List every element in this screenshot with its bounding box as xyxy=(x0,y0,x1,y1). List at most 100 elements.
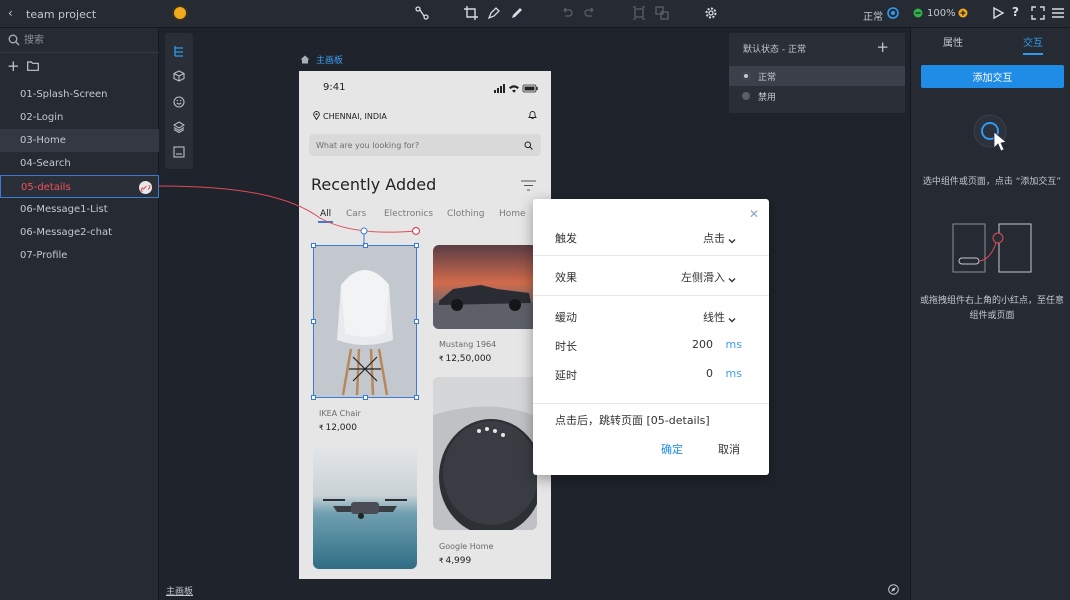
tab-interactions[interactable]: 交互 xyxy=(1023,34,1043,55)
page-item[interactable]: 03-Home xyxy=(0,129,159,152)
redo-icon[interactable] xyxy=(583,6,597,20)
page-item-label: 06-Message1-List xyxy=(20,204,108,215)
tab-cars[interactable]: Cars xyxy=(346,209,366,219)
zoom-level[interactable]: 100% xyxy=(927,8,956,19)
zoom-out-icon[interactable] xyxy=(912,6,926,20)
tab-clothing[interactable]: Clothing xyxy=(447,209,484,219)
page-item[interactable]: 06-Message1-List xyxy=(0,198,159,221)
add-interaction-button[interactable]: 添加交互 xyxy=(921,65,1064,88)
resize-handle[interactable] xyxy=(414,243,419,248)
duration-input[interactable]: 200 xyxy=(673,338,713,351)
product-name: Google Home xyxy=(439,542,494,551)
artboard-link[interactable]: 主画板 xyxy=(166,584,193,597)
search-input[interactable] xyxy=(24,32,144,48)
inspector-panel: 属性 交互 添加交互 选中组件或页面，点击 “添加交互” 或拖拽组件右上角的小红… xyxy=(910,28,1070,600)
panel-icon[interactable] xyxy=(173,146,185,158)
help-icon[interactable]: ? xyxy=(1012,5,1026,19)
page-item-label: 02-Login xyxy=(20,112,64,123)
undo-icon[interactable] xyxy=(560,6,574,20)
chevron-down-icon xyxy=(728,313,736,323)
add-state-icon[interactable]: + xyxy=(876,38,889,56)
add-folder-icon[interactable] xyxy=(27,61,39,71)
page-item-label: 07-Profile xyxy=(20,250,68,261)
artboard-label[interactable]: 主画板 xyxy=(300,53,343,66)
pen-tool-icon[interactable] xyxy=(487,6,501,20)
layers-stack-icon[interactable] xyxy=(173,121,185,133)
effect-row[interactable]: 效果 左侧滑入 xyxy=(533,256,769,296)
search-icon xyxy=(8,34,20,46)
tab-properties[interactable]: 属性 xyxy=(943,34,963,49)
menu-icon[interactable] xyxy=(1051,6,1065,20)
page-item[interactable]: 01-Splash-Screen xyxy=(0,83,159,106)
state-item-disabled[interactable]: 禁用 xyxy=(729,86,905,106)
product-price: ₹12,000 xyxy=(319,423,357,433)
hint-text-2: 或拖拽组件右上角的小红点，至任意组件或页面 xyxy=(919,296,1064,321)
crop-tool-icon[interactable] xyxy=(464,6,478,20)
page-item[interactable]: 04-Search xyxy=(0,152,159,175)
home-icon xyxy=(300,55,310,64)
settings-gear-icon[interactable] xyxy=(704,6,718,20)
chevron-down-icon xyxy=(728,234,736,244)
interaction-dialog: ✕ 触发 点击 效果 左侧滑入 缓动 线性 时长 200 ms 延时 0 ms … xyxy=(533,199,769,475)
page-item[interactable]: 06-Message2-chat xyxy=(0,221,159,244)
state-label: 禁用 xyxy=(758,93,777,103)
confirm-button[interactable]: 确定 xyxy=(661,441,683,457)
status-icons xyxy=(494,83,538,93)
pencil-tool-icon[interactable] xyxy=(510,6,524,20)
component-cube-icon[interactable] xyxy=(173,70,185,82)
product-image-google-home[interactable] xyxy=(433,377,537,530)
back-arrow-icon[interactable]: ‹ xyxy=(8,6,13,20)
page-item-label: 06-Message2-chat xyxy=(20,227,113,238)
state-item-normal[interactable]: 正常 xyxy=(729,66,905,86)
delay-input[interactable]: 0 xyxy=(673,367,713,380)
product-price: ₹4,999 xyxy=(439,556,472,566)
frame-icon[interactable] xyxy=(632,6,646,20)
page-item-selected[interactable]: 05-details xyxy=(0,175,159,198)
filter-icon[interactable] xyxy=(521,180,536,191)
fullscreen-icon[interactable] xyxy=(1031,6,1045,20)
play-icon[interactable] xyxy=(991,6,1005,20)
radio-icon xyxy=(742,92,750,100)
selection-box[interactable] xyxy=(311,243,419,400)
effect-select[interactable]: 左侧滑入 xyxy=(681,269,725,285)
resize-handle[interactable] xyxy=(311,243,316,248)
location-pin-icon xyxy=(313,111,320,121)
product-image-drone[interactable] xyxy=(313,446,417,569)
click-cursor-icon xyxy=(973,114,1011,154)
page-item[interactable]: 07-Profile xyxy=(0,244,159,267)
project-name[interactable]: team project xyxy=(26,8,96,21)
page-item[interactable]: 02-Login xyxy=(0,106,159,129)
zoom-in-icon[interactable] xyxy=(956,6,970,20)
resize-handle[interactable] xyxy=(414,319,419,324)
product-image-mustang[interactable] xyxy=(433,245,537,329)
link-tool-icon[interactable] xyxy=(415,6,429,20)
tab-home[interactable]: Home xyxy=(499,209,526,219)
easing-select[interactable]: 线性 xyxy=(703,309,725,325)
mode-toggle-icon[interactable] xyxy=(886,6,900,20)
tab-electronics[interactable]: Electronics xyxy=(384,209,433,219)
delay-label: 延时 xyxy=(555,369,577,382)
layers-tree-icon[interactable] xyxy=(173,45,185,57)
radio-icon xyxy=(742,72,750,80)
tab-all[interactable]: All xyxy=(318,209,334,223)
compass-icon[interactable] xyxy=(888,584,899,595)
trigger-row[interactable]: 触发 点击 xyxy=(533,217,769,257)
add-page-icon[interactable]: + xyxy=(7,58,20,74)
emoji-icon[interactable] xyxy=(173,96,185,108)
resize-handle[interactable] xyxy=(363,395,368,400)
resize-handle[interactable] xyxy=(363,243,368,248)
trigger-select[interactable]: 点击 xyxy=(703,230,725,246)
bell-icon[interactable] xyxy=(528,110,537,120)
resize-handle[interactable] xyxy=(414,395,419,400)
resize-handle[interactable] xyxy=(311,395,316,400)
top-toolbar: ‹ team project 正常 100% ? xyxy=(0,0,1070,28)
bottom-bar: 主画板 xyxy=(159,580,910,600)
link-icon[interactable] xyxy=(139,181,152,194)
transform-icon[interactable] xyxy=(655,6,669,20)
resize-handle[interactable] xyxy=(311,319,316,324)
cancel-button[interactable]: 取消 xyxy=(718,441,740,457)
drag-link-illustration-icon xyxy=(951,222,1035,276)
phone-search-bar[interactable] xyxy=(309,134,541,156)
pages-panel: + 01-Splash-Screen 02-Login 03-Home 04-S… xyxy=(0,28,159,600)
phone-search-input[interactable] xyxy=(316,138,516,152)
